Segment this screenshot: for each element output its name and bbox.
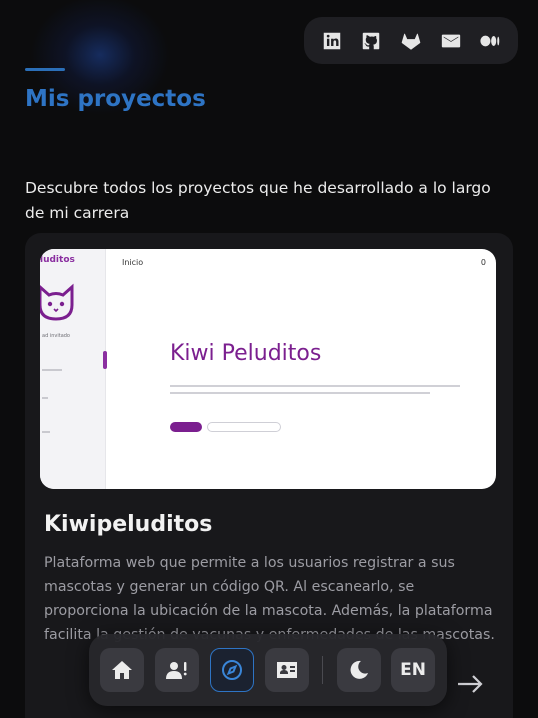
screenshot-app-description [170,383,470,394]
screenshot-secondary-button [207,422,281,432]
arrow-right-icon[interactable] [455,673,485,695]
project-description: Plataforma web que permite a los usuario… [44,555,495,643]
bottom-nav: EN [89,634,447,706]
screenshot-nav-label: Inicio [122,258,144,267]
sidebar-line [42,431,50,433]
linkedin-icon[interactable] [319,28,345,54]
project-title: Kiwipeluditos [44,512,213,537]
screenshot-corner-label: 0 [480,258,486,267]
sidebar-line [42,397,48,399]
screenshot-primary-button [170,422,202,432]
compass-icon [222,660,242,680]
github-icon[interactable] [358,28,384,54]
gitlab-icon[interactable] [398,28,424,54]
home-button[interactable] [100,648,144,692]
language-button[interactable]: EN [391,648,435,692]
home-icon [112,661,132,679]
screenshot-sidebar-user: ad invitado [42,333,70,339]
nav-divider [322,656,323,684]
screenshot-sidebar: luditos ad invitado [40,249,106,489]
moon-icon [350,660,368,679]
user-alert-icon [166,662,187,679]
screenshot-app-title: Kiwi Peluditos [170,341,322,366]
screenshot-brand: luditos [40,255,75,265]
medium-icon[interactable] [477,28,503,54]
sidebar-line [42,369,62,371]
contact-card-icon [277,662,297,678]
project-screenshot[interactable]: luditos ad invitado Inicio 0 Kiwi Peludi… [40,249,496,489]
page-title: Mis proyectos [25,86,206,112]
mail-icon[interactable] [438,28,464,54]
language-label: EN [400,660,426,680]
cat-logo-icon [40,283,74,321]
title-accent-line [25,68,65,71]
about-button[interactable] [155,648,199,692]
sidebar-active-marker [103,351,107,369]
theme-toggle-button[interactable] [337,648,381,692]
social-links-bar [304,17,518,64]
contact-button[interactable] [265,648,309,692]
projects-button[interactable] [210,648,254,692]
page-subtitle: Descubre todos los proyectos que he desa… [25,179,491,222]
